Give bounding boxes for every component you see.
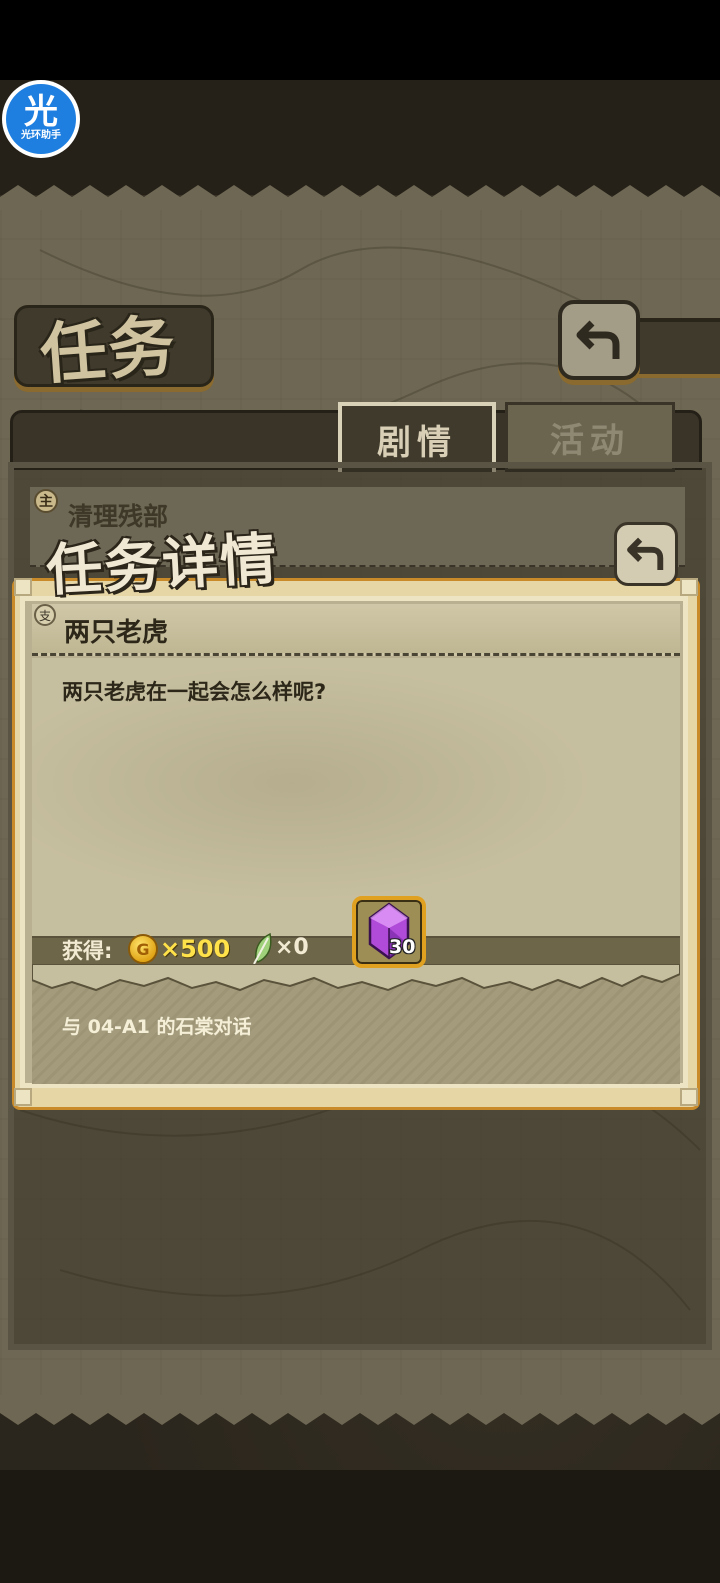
gem-reward-count: 30 — [389, 936, 416, 958]
assistant-logo-badge: 光 光环助手 — [6, 84, 76, 154]
task-target: 与 04-A1 的石棠对话 — [62, 1016, 252, 1038]
dialog-corner — [680, 1088, 698, 1106]
coin-icon: G — [128, 934, 158, 964]
torn-paper-edge — [32, 964, 680, 992]
zigzag-border-bottom — [0, 1395, 720, 1425]
dialog-corner — [680, 578, 698, 596]
main-quest-badge: 主 — [34, 489, 58, 513]
back-arrow-icon — [576, 320, 620, 359]
reward-label: 获得: — [62, 939, 113, 963]
task-description: 两只老虎在一起会怎么样呢? — [62, 680, 327, 704]
task-name: 两只老虎 — [64, 618, 169, 648]
status-bar — [0, 0, 720, 80]
assistant-logo-text: 光环助手 — [21, 130, 61, 141]
header-strip — [0, 80, 720, 195]
task-detail-heading: 任务详情 — [44, 525, 280, 605]
assistant-app-logo[interactable]: 光 光环助手 — [2, 80, 80, 158]
assistant-logo-char: 光 — [24, 92, 58, 132]
back-arrow-icon — [627, 537, 664, 570]
page-title: 任务 — [37, 306, 179, 394]
coin-symbol: G — [136, 939, 150, 959]
dialog-corner — [14, 1088, 32, 1106]
close-detail-button[interactable] — [614, 522, 678, 586]
coin-reward-amount: ×500 — [160, 935, 231, 963]
header-back-button[interactable] — [558, 300, 640, 380]
feather-reward-amount: ×0 — [275, 935, 309, 960]
header-right-plate — [630, 318, 720, 378]
side-quest-badge: 支 — [34, 604, 56, 626]
feather-icon — [253, 932, 272, 965]
dialog-corner — [14, 578, 32, 596]
bottom-background — [0, 1470, 720, 1583]
